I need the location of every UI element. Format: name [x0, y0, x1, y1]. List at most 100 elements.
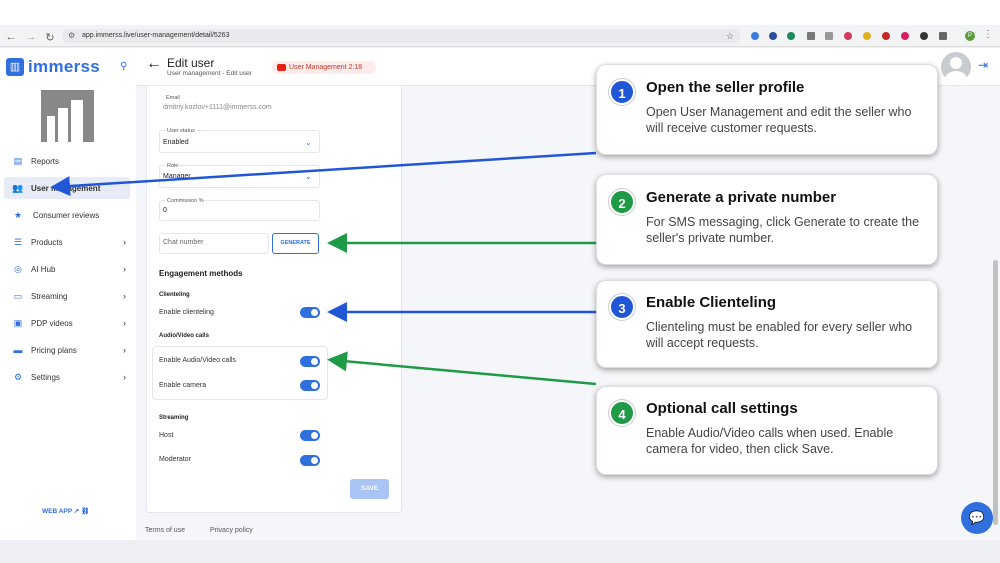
- sidebar-item-label: AI Hub: [31, 264, 56, 274]
- callout-step-3: 3 Enable Clienteling Clienteling must be…: [596, 280, 938, 368]
- extension-icon[interactable]: [769, 32, 777, 40]
- video-icon: ▣: [13, 317, 23, 328]
- enable-clienteling-label: Enable clienteling: [159, 309, 214, 316]
- sidebar-item-label: Settings: [31, 372, 60, 382]
- page-title: Edit user: [167, 56, 215, 70]
- logo[interactable]: ▥ immerss: [6, 57, 100, 77]
- chevron-right-icon: ›: [123, 291, 126, 301]
- step-number: 1: [609, 79, 635, 105]
- step-number: 2: [609, 189, 635, 215]
- back-arrow-icon[interactable]: ←: [146, 55, 162, 73]
- callout-step-2: 2 Generate a private number For SMS mess…: [596, 174, 938, 265]
- user-avatar[interactable]: [941, 52, 971, 82]
- card-icon: ▬: [13, 345, 23, 355]
- sidebar-item-streaming[interactable]: ▭ Streaming ›: [0, 285, 136, 307]
- sidebar-item-label: PDP videos: [31, 318, 73, 328]
- url-text: app.immerss.live/user-management/detail/…: [82, 32, 230, 39]
- chevron-right-icon: ›: [123, 237, 126, 247]
- chevron-right-icon: ›: [123, 318, 126, 328]
- sidebar-item-label: Products: [31, 237, 63, 247]
- sidebar-item-products[interactable]: ☰ Products ›: [0, 231, 136, 253]
- sidebar-item-settings[interactable]: ⚙ Settings ›: [0, 366, 136, 388]
- users-icon: 👥: [12, 182, 24, 193]
- reload-icon[interactable]: ↻: [44, 31, 56, 44]
- step-number: 4: [609, 400, 635, 426]
- clienteling-toggle[interactable]: [300, 307, 320, 318]
- recording-badge: User Management 2:18: [272, 61, 376, 74]
- audio-video-toggle[interactable]: [300, 356, 320, 367]
- callout-step-4: 4 Optional call settings Enable Audio/Vi…: [596, 386, 938, 475]
- enable-av-label: Enable Audio/Video calls: [159, 357, 236, 364]
- extensions-puzzle-icon[interactable]: [939, 32, 947, 40]
- chevron-right-icon: ›: [123, 264, 126, 274]
- reports-icon: ▤: [13, 155, 23, 166]
- forward-nav-icon[interactable]: →: [25, 31, 37, 43]
- back-nav-icon[interactable]: ←: [5, 31, 17, 43]
- terms-link[interactable]: Terms of use: [145, 527, 185, 534]
- step-number: 3: [609, 294, 635, 320]
- moderator-toggle[interactable]: [300, 455, 320, 466]
- callout-title: Optional call settings: [646, 400, 798, 417]
- tab-strip: [0, 0, 1000, 25]
- engagement-methods-title: Engagement methods: [159, 269, 243, 278]
- pin-sidebar-icon[interactable]: ⚲: [120, 61, 127, 72]
- clienteling-title: Clienteling: [159, 292, 190, 298]
- enable-camera-label: Enable camera: [159, 382, 207, 389]
- sidebar-item-consumer-reviews[interactable]: ★ Consumer reviews: [0, 204, 136, 226]
- sidebar-item-pdp-videos[interactable]: ▣ PDP videos ›: [0, 312, 136, 334]
- breadcrumb: User management - Edit user: [167, 70, 252, 77]
- sidebar-item-reports[interactable]: ▤ Reports: [0, 150, 136, 172]
- save-button[interactable]: SAVE: [350, 479, 389, 499]
- privacy-link[interactable]: Privacy policy: [210, 527, 253, 534]
- extension-icon[interactable]: [787, 32, 795, 40]
- extension-icon[interactable]: [844, 32, 852, 40]
- gear-icon: ⚙: [13, 371, 23, 382]
- callout-description: Open User Management and edit the seller…: [646, 105, 912, 135]
- callout-step-1: 1 Open the seller profile Open User Mana…: [596, 64, 938, 155]
- logout-icon[interactable]: ⇥: [978, 58, 988, 72]
- camera-toggle[interactable]: [300, 380, 320, 391]
- scrollbar[interactable]: [993, 260, 998, 525]
- recording-label: User Management 2:18: [289, 64, 363, 71]
- generate-button[interactable]: GENERATE: [272, 233, 319, 254]
- logo-mark-icon: ▥: [6, 58, 24, 76]
- browser-profile-avatar[interactable]: P: [965, 31, 975, 41]
- callout-description: Enable Audio/Video calls when used. Enab…: [646, 426, 894, 456]
- host-toggle[interactable]: [300, 430, 320, 441]
- role-value: Manager: [163, 173, 191, 180]
- host-label: Host: [159, 432, 174, 439]
- address-bar[interactable]: ⚙ app.immerss.live/user-management/detai…: [62, 29, 740, 43]
- sidebar-item-pricing-plans[interactable]: ▬ Pricing plans ›: [0, 339, 136, 361]
- audio-video-group: [152, 346, 328, 400]
- sidebar-item-label: Pricing plans: [31, 345, 77, 355]
- web-app-label: WEB APP: [42, 508, 72, 515]
- commission-label: Commission %: [166, 198, 205, 204]
- chevron-right-icon: ›: [123, 372, 126, 382]
- sidebar-item-ai-hub[interactable]: ◎ AI Hub ›: [0, 258, 136, 280]
- commission-value: 0: [163, 207, 167, 214]
- extension-icon[interactable]: [901, 32, 909, 40]
- extension-icon[interactable]: [882, 32, 890, 40]
- callout-title: Generate a private number: [646, 189, 837, 206]
- chevron-down-icon: ⌄: [305, 138, 312, 147]
- sidebar-item-user-management[interactable]: 👥 User management: [4, 177, 130, 199]
- extension-icon[interactable]: [920, 32, 928, 40]
- browser-menu-icon[interactable]: ⋮: [983, 29, 993, 40]
- user-status-value: Enabled: [163, 139, 189, 146]
- extension-icon[interactable]: [863, 32, 871, 40]
- moderator-label: Moderator: [159, 456, 191, 463]
- extension-icon[interactable]: [807, 32, 815, 40]
- extension-icon[interactable]: [825, 32, 833, 40]
- site-info-icon[interactable]: ⚙: [68, 29, 75, 43]
- extension-icon[interactable]: [751, 32, 759, 40]
- audio-video-title: Audio/Video calls: [159, 333, 209, 339]
- bookmark-star-icon[interactable]: ☆: [726, 29, 734, 43]
- external-link-icon: ↗ ⛓: [73, 508, 90, 515]
- company-image: [41, 90, 94, 142]
- chat-support-button[interactable]: 💬: [961, 502, 993, 534]
- ai-icon: ◎: [14, 263, 22, 274]
- star-icon: ★: [13, 209, 23, 220]
- monitor-icon: ▭: [13, 290, 23, 301]
- web-app-link[interactable]: WEB APP ↗ ⛓: [42, 507, 89, 515]
- email-value: dmitriy.kozlov+1111@immerss.com: [163, 104, 272, 111]
